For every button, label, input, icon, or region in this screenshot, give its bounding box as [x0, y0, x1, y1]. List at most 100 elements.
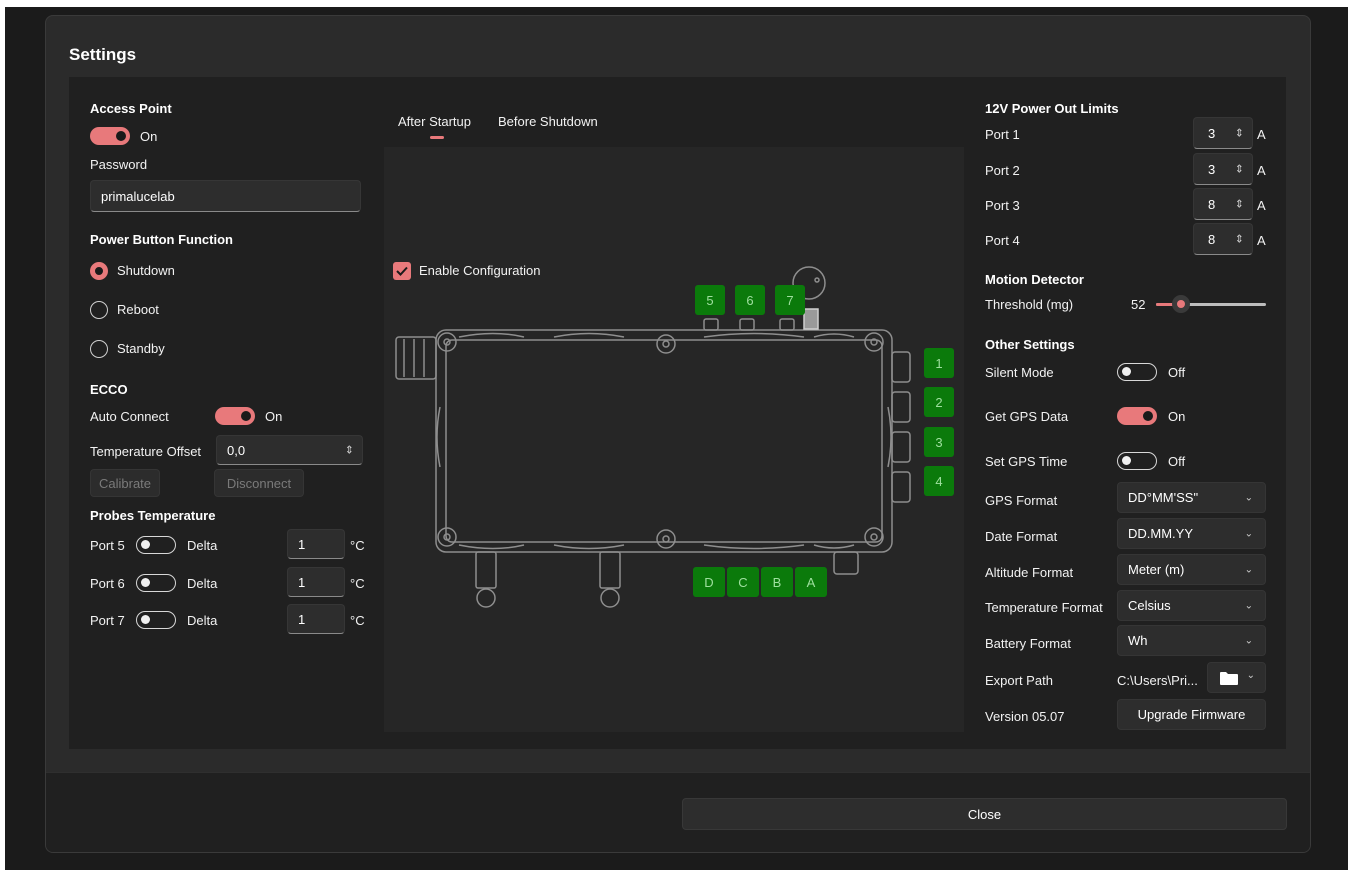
probe-unit: °C — [350, 576, 365, 591]
power-unit: A — [1257, 233, 1266, 248]
other-settings-heading: Other Settings — [985, 337, 1075, 352]
radio-standby-label: Standby — [117, 341, 165, 356]
ecco-heading: ECCO — [90, 382, 128, 397]
altitude-format-label: Altitude Format — [985, 565, 1074, 580]
spin-arrows-icon[interactable]: ⇕ — [345, 444, 354, 457]
spin-arrows-icon[interactable]: ⇕ — [1235, 233, 1244, 246]
upgrade-firmware-button[interactable]: Upgrade Firmware — [1117, 699, 1266, 730]
power-port2-stepper[interactable]: 3 ⇕ — [1193, 153, 1253, 185]
power-port3-stepper[interactable]: 8 ⇕ — [1193, 188, 1253, 220]
port-3-box[interactable]: 3 — [924, 427, 954, 457]
temp-offset-field[interactable]: 0,0 ⇕ — [216, 435, 363, 465]
auto-connect-toggle[interactable] — [215, 407, 255, 425]
radio-reboot-label: Reboot — [117, 302, 159, 317]
export-folder-button[interactable]: ⌄ — [1207, 662, 1266, 693]
port-1-box[interactable]: 1 — [924, 348, 954, 378]
gps-time-label: Set GPS Time — [985, 454, 1068, 469]
folder-icon — [1220, 672, 1238, 685]
silent-mode-state: Off — [1168, 365, 1186, 380]
dialog-title: Settings — [69, 45, 137, 64]
port-6-box[interactable]: 6 — [735, 285, 765, 315]
power-port2-value: 3 — [1208, 161, 1216, 177]
port-d-box[interactable]: D — [693, 567, 725, 597]
power-port1-value: 3 — [1208, 125, 1216, 141]
radio-reboot[interactable] — [90, 301, 108, 319]
power-port1-stepper[interactable]: 3 ⇕ — [1193, 117, 1253, 149]
power-port4-stepper[interactable]: 8 ⇕ — [1193, 223, 1253, 255]
power-port-label: Port 1 — [985, 127, 1020, 142]
access-point-toggle[interactable] — [90, 127, 130, 145]
probe-mode-label: Delta — [187, 576, 218, 591]
chevron-down-icon: ⌄ — [1244, 635, 1253, 646]
settings-dialog: Settings Access Point On Password primal… — [45, 15, 1311, 853]
temp-offset-value: 0,0 — [227, 442, 246, 458]
power-port-label: Port 4 — [985, 233, 1020, 248]
gps-format-value: DD°MM'SS" — [1128, 490, 1199, 505]
gps-format-label: GPS Format — [985, 493, 1058, 508]
battery-format-value: Wh — [1128, 633, 1148, 648]
access-point-state: On — [140, 129, 158, 144]
gps-data-label: Get GPS Data — [985, 409, 1069, 424]
probe-port7-toggle[interactable] — [136, 611, 176, 629]
auto-connect-state: On — [265, 409, 283, 424]
power-unit: A — [1257, 127, 1266, 142]
spin-arrows-icon[interactable]: ⇕ — [1235, 127, 1244, 140]
probe-port5-toggle[interactable] — [136, 536, 176, 554]
battery-format-select[interactable]: Wh ⌄ — [1117, 625, 1266, 656]
gps-data-toggle[interactable] — [1117, 407, 1157, 425]
power-port-label: Port 3 — [985, 198, 1020, 213]
threshold-value: 52 — [1131, 297, 1146, 312]
altitude-format-select[interactable]: Meter (m) ⌄ — [1117, 554, 1266, 585]
chevron-down-icon: ⌄ — [1246, 670, 1255, 681]
password-field[interactable]: primalucelab — [90, 180, 361, 212]
date-format-select[interactable]: DD.MM.YY ⌄ — [1117, 518, 1266, 549]
settings-content: Access Point On Password primalucelab Po… — [69, 77, 1286, 749]
silent-mode-label: Silent Mode — [985, 365, 1054, 380]
silent-mode-toggle[interactable] — [1117, 363, 1157, 381]
probe-port7-value[interactable]: 1 — [287, 604, 345, 634]
probe-port6-value[interactable]: 1 — [287, 567, 345, 597]
access-point-heading: Access Point — [90, 101, 172, 116]
power-button-heading: Power Button Function — [90, 232, 233, 247]
probe-port-label: Port 7 — [90, 613, 125, 628]
gps-time-toggle[interactable] — [1117, 452, 1157, 470]
probe-port5-value[interactable]: 1 — [287, 529, 345, 559]
port-b-box[interactable]: B — [761, 567, 793, 597]
close-button[interactable]: Close — [682, 798, 1287, 830]
temperature-format-label: Temperature Format — [985, 600, 1103, 615]
probe-port6-toggle[interactable] — [136, 574, 176, 592]
port-2-box[interactable]: 2 — [924, 387, 954, 417]
temperature-format-select[interactable]: Celsius ⌄ — [1117, 590, 1266, 621]
radio-shutdown[interactable] — [90, 262, 108, 280]
altitude-format-value: Meter (m) — [1128, 562, 1185, 577]
device-outline-icon — [395, 266, 911, 608]
power-port3-value: 8 — [1208, 196, 1216, 212]
spin-arrows-icon[interactable]: ⇕ — [1235, 198, 1244, 211]
tab-after-startup[interactable]: After Startup — [398, 114, 471, 129]
power-unit: A — [1257, 163, 1266, 178]
tab-before-shutdown[interactable]: Before Shutdown — [498, 114, 598, 129]
power-unit: A — [1257, 198, 1266, 213]
date-format-label: Date Format — [985, 529, 1058, 544]
chevron-down-icon: ⌄ — [1244, 564, 1253, 575]
port-a-box[interactable]: A — [795, 567, 827, 597]
threshold-slider-thumb[interactable] — [1172, 295, 1190, 313]
gps-data-state: On — [1168, 409, 1186, 424]
port-4-box[interactable]: 4 — [924, 466, 954, 496]
port-c-box[interactable]: C — [727, 567, 759, 597]
probes-heading: Probes Temperature — [90, 508, 216, 523]
gps-time-state: Off — [1168, 454, 1186, 469]
radio-standby[interactable] — [90, 340, 108, 358]
tab-active-indicator — [430, 136, 444, 139]
port-7-box[interactable]: 7 — [775, 285, 805, 315]
spin-arrows-icon[interactable]: ⇕ — [1235, 163, 1244, 176]
dialog-footer: Close — [46, 772, 1310, 852]
radio-shutdown-label: Shutdown — [117, 263, 175, 278]
port-5-box[interactable]: 5 — [695, 285, 725, 315]
export-path-label: Export Path — [985, 673, 1053, 688]
power-port-label: Port 2 — [985, 163, 1020, 178]
calibrate-button[interactable]: Calibrate — [90, 469, 160, 497]
threshold-label: Threshold (mg) — [985, 297, 1074, 312]
gps-format-select[interactable]: DD°MM'SS" ⌄ — [1117, 482, 1266, 513]
disconnect-button[interactable]: Disconnect — [214, 469, 304, 497]
